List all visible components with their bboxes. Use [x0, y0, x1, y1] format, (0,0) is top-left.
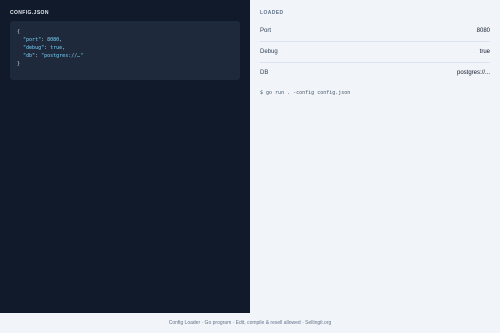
json-key-port: "port" [23, 37, 42, 43]
loaded-values-list: Port 8080 Debug true DB postgres://... [260, 21, 490, 83]
json-code: { "port": 8080, "debug": true, "db": "po… [17, 28, 83, 68]
loaded-row-db: DB postgres://... [260, 63, 490, 83]
loaded-panel: LOADED Port 8080 Debug true DB postgres:… [250, 0, 500, 313]
json-trail: , [62, 45, 66, 51]
json-close-brace: } [17, 61, 21, 67]
json-key-debug: "debug" [23, 45, 45, 51]
config-json-panel: CONFIG.JSON { "port": 8080, "debug": tru… [0, 0, 250, 313]
json-open-brace: { [17, 29, 21, 35]
code-block: { "port": 8080, "debug": true, "db": "po… [10, 21, 240, 80]
run-command: $ go run . -config config.json [260, 90, 351, 96]
json-key-db: "db" [23, 53, 36, 59]
json-value-db: "postgres://…" [41, 53, 84, 59]
json-value-debug: true [50, 45, 63, 51]
app-window: CONFIG.JSON { "port": 8080, "debug": tru… [0, 0, 500, 333]
loaded-row-debug: Debug true [260, 42, 490, 63]
footer: Config Loader · Go program · Edit, compi… [0, 313, 500, 333]
panel-title: CONFIG.JSON [10, 10, 49, 16]
row-value: true [479, 49, 490, 55]
row-value: 8080 [476, 28, 490, 34]
row-label: Port [260, 28, 272, 34]
loaded-row-port: Port 8080 [260, 21, 490, 42]
row-value: postgres://... [456, 70, 490, 76]
row-label: Debug [260, 49, 278, 55]
json-value-port: 8080 [47, 37, 60, 43]
json-trail: , [59, 37, 63, 43]
panel-title: LOADED [260, 10, 284, 16]
row-label: DB [260, 70, 269, 76]
